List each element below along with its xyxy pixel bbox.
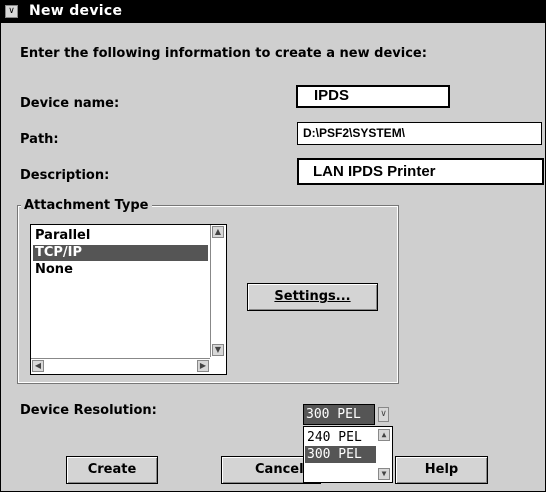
window-title: New device bbox=[29, 3, 123, 19]
attachment-type-title: Attachment Type bbox=[21, 198, 152, 213]
resolution-dropdown-icon[interactable]: ∨ bbox=[378, 407, 389, 422]
list-item-parallel[interactable]: Parallel bbox=[33, 228, 208, 244]
path-label: Path: bbox=[20, 132, 59, 147]
instructions-text: Enter the following information to creat… bbox=[20, 46, 427, 61]
settings-button-label: Settings... bbox=[274, 289, 351, 304]
dropdown-scroll-up-icon[interactable]: ▲ bbox=[378, 429, 390, 441]
description-label: Description: bbox=[20, 168, 110, 183]
create-button[interactable]: Create bbox=[66, 456, 158, 484]
description-input[interactable]: LAN IPDS Printer bbox=[297, 158, 544, 185]
path-input[interactable]: D:\PSF2\SYSTEM\ bbox=[297, 122, 542, 145]
scroll-down-icon[interactable]: ▼ bbox=[212, 344, 224, 356]
scroll-right-icon[interactable]: ▶ bbox=[197, 360, 209, 372]
device-resolution-label: Device Resolution: bbox=[20, 403, 157, 418]
new-device-dialog: ∨ New device Enter the following informa… bbox=[0, 0, 546, 492]
list-item-none[interactable]: None bbox=[33, 262, 208, 278]
listbox-vertical-scrollbar[interactable]: ▲ ▼ bbox=[210, 225, 226, 357]
scroll-left-icon[interactable]: ◀ bbox=[32, 360, 44, 372]
device-name-input[interactable]: IPDS bbox=[296, 85, 450, 108]
help-button[interactable]: Help bbox=[395, 456, 488, 484]
settings-button[interactable]: Settings... bbox=[247, 283, 378, 311]
dropdown-scroll-down-icon[interactable]: ▼ bbox=[378, 468, 390, 480]
dropdown-item-300-pel[interactable]: 300 PEL bbox=[305, 446, 376, 463]
list-item-tcp-ip[interactable]: TCP/IP bbox=[33, 245, 208, 261]
device-name-label: Device name: bbox=[20, 96, 120, 111]
title-bar: ∨ New device bbox=[1, 1, 545, 23]
system-menu-icon[interactable]: ∨ bbox=[5, 5, 18, 18]
attachment-type-listbox[interactable]: Parallel TCP/IP None ▲ ▼ ◀ ▶ bbox=[30, 224, 227, 375]
scroll-up-icon[interactable]: ▲ bbox=[212, 226, 224, 238]
listbox-horizontal-scrollbar[interactable]: ◀ ▶ bbox=[31, 358, 210, 374]
dropdown-item-240-pel[interactable]: 240 PEL bbox=[305, 429, 376, 446]
resolution-select[interactable]: 300 PEL bbox=[303, 404, 375, 425]
resolution-dropdown-list[interactable]: 240 PEL 300 PEL ▲ ▼ bbox=[303, 426, 393, 483]
